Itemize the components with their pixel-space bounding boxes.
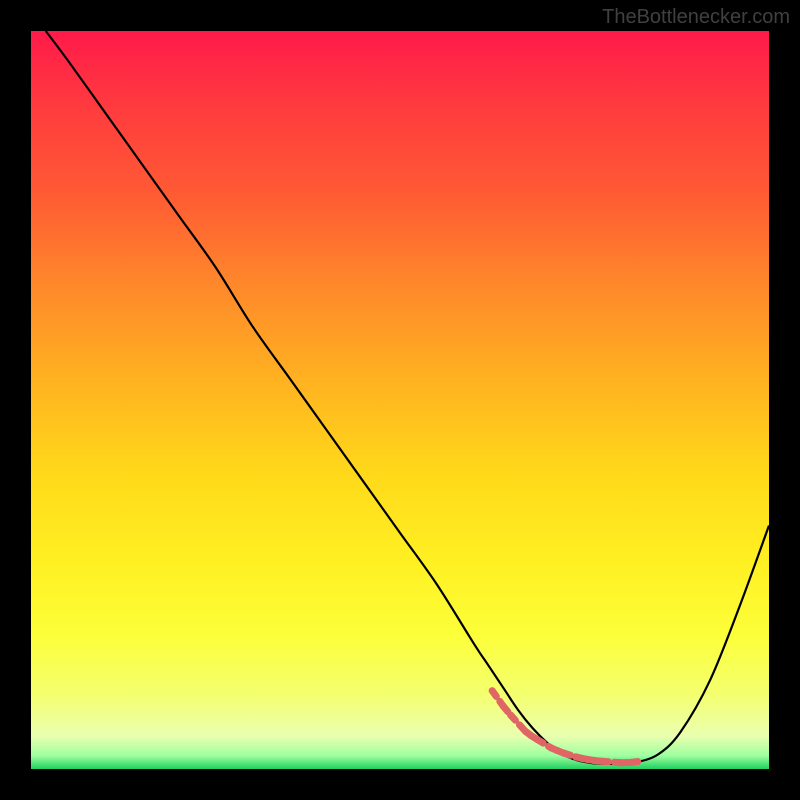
bottleneck-curve <box>46 31 769 764</box>
plot-area <box>31 31 769 769</box>
chart-container: TheBottlenecker.com <box>0 0 800 800</box>
attribution-label: TheBottlenecker.com <box>602 6 790 29</box>
curve-layer <box>31 31 769 769</box>
